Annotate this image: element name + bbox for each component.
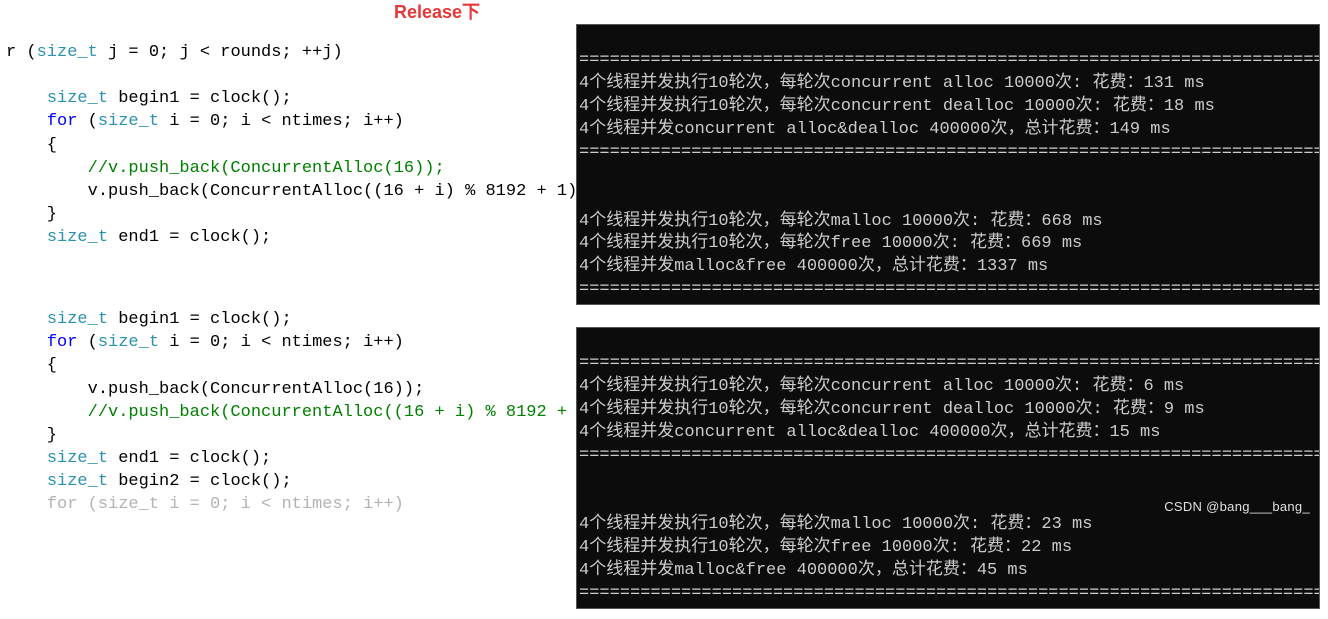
code-line-faded: for (size_t i = 0; i < ntimes; i++) [6, 495, 404, 514]
term-line: 4个线程并发concurrent alloc&dealloc 400000次，总… [579, 423, 1160, 442]
code-block-2: size_t begin1 = clock(); for (size_t i =… [0, 285, 575, 516]
code-line: size_t begin1 = clock(); [6, 310, 292, 329]
code-line: for (size_t i = 0; i < ntimes; i++) [6, 112, 404, 131]
term-rule: ========================================… [579, 280, 1320, 299]
term-rule: ========================================… [579, 51, 1320, 70]
term-line: 4个线程并发执行10轮次，每轮次concurrent alloc 10000次:… [579, 377, 1184, 396]
term-line: 4个线程并发执行10轮次，每轮次concurrent dealloc 10000… [579, 400, 1205, 419]
code-line: { [6, 356, 57, 375]
code-line-comment: //v.push_back(ConcurrentAlloc((16 + i) %… [6, 403, 618, 422]
term-line: 4个线程并发执行10轮次，每轮次malloc 10000次: 花费：23 ms [579, 515, 1092, 534]
code-line: size_t end1 = clock(); [6, 449, 271, 468]
code-line: v.push_back(ConcurrentAlloc(16)); [6, 380, 424, 399]
terminal-output-2: ========================================… [576, 327, 1320, 608]
code-line: for (size_t i = 0; i < ntimes; i++) [6, 333, 404, 352]
code-line: { [6, 136, 57, 155]
terminal-output-1: ========================================… [576, 24, 1320, 305]
term-rule: ========================================… [579, 354, 1320, 373]
term-line: 4个线程并发执行10轮次，每轮次concurrent dealloc 10000… [579, 97, 1215, 116]
term-line: 4个线程并发执行10轮次，每轮次concurrent alloc 10000次:… [579, 74, 1205, 93]
code-line: size_t begin1 = clock(); [6, 89, 292, 108]
code-line: size_t end1 = clock(); [6, 228, 271, 247]
code-line: r (size_t j = 0; j < rounds; ++j) [6, 43, 343, 62]
term-line: 4个线程并发malloc&free 400000次，总计花费：45 ms [579, 561, 1028, 580]
term-line: 4个线程并发执行10轮次，每轮次free 10000次: 花费：22 ms [579, 538, 1072, 557]
term-line: 4个线程并发malloc&free 400000次，总计花费：1337 ms [579, 257, 1048, 276]
term-line: 4个线程并发concurrent alloc&dealloc 400000次，总… [579, 120, 1171, 139]
code-column: r (size_t j = 0; j < rounds; ++j) size_t… [0, 18, 575, 516]
term-rule: ========================================… [579, 143, 1320, 162]
term-rule: ========================================… [579, 446, 1320, 465]
code-block-1: r (size_t j = 0; j < rounds; ++j) size_t… [0, 18, 575, 249]
code-line: } [6, 426, 57, 445]
code-line: } [6, 205, 57, 224]
terminal-column: ========================================… [576, 24, 1320, 619]
code-line: v.push_back(ConcurrentAlloc((16 + i) % 8… [6, 182, 598, 201]
code-line-comment: //v.push_back(ConcurrentAlloc(16)); [6, 159, 445, 178]
watermark: CSDN @bang___bang_ [1164, 498, 1310, 516]
term-line: 4个线程并发执行10轮次，每轮次malloc 10000次: 花费：668 ms [579, 212, 1103, 231]
term-line: 4个线程并发执行10轮次，每轮次free 10000次: 花费：669 ms [579, 234, 1082, 253]
term-rule: ========================================… [579, 584, 1320, 603]
code-line: size_t begin2 = clock(); [6, 472, 292, 491]
